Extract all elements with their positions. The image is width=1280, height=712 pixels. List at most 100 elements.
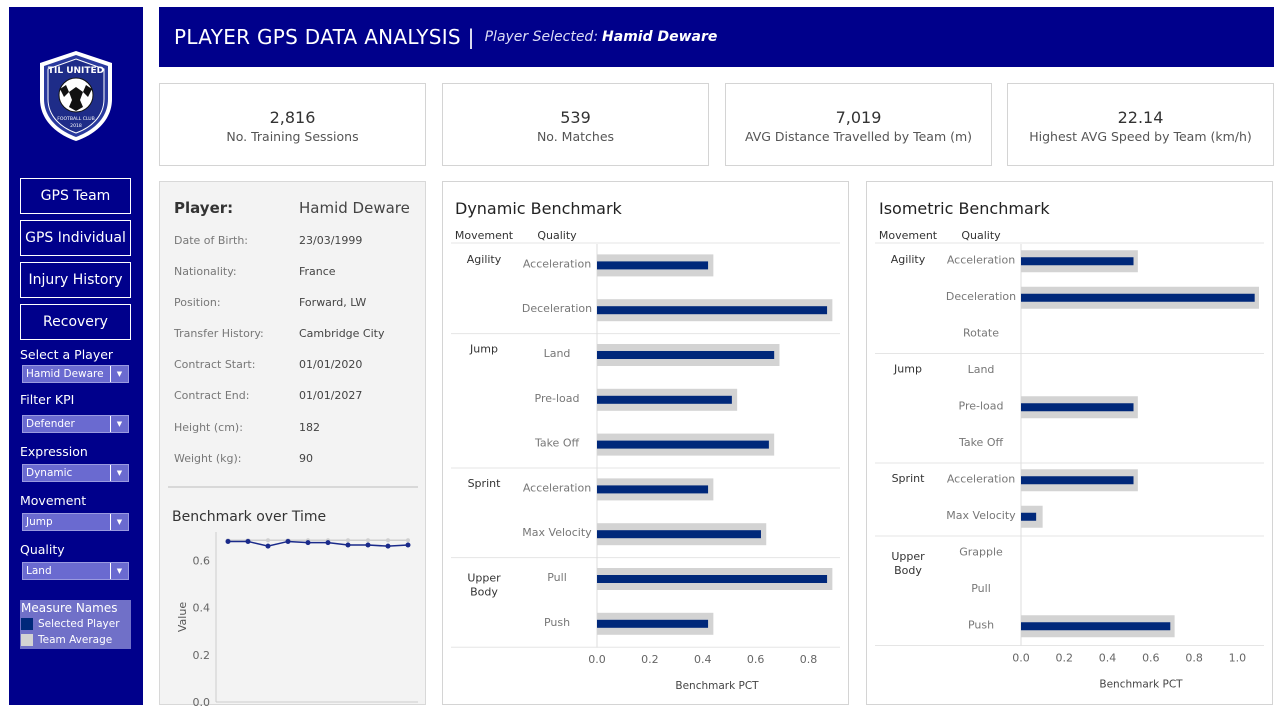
benchmark-over-time-chart[interactable]: 0.00.20.40.6Value01/11/2301/02/24: [160, 522, 425, 712]
quality-label: Acceleration: [523, 257, 591, 270]
kpi-card-training-sessions: 2,816 No. Training Sessions: [159, 83, 426, 166]
logo-year: 2018: [70, 123, 82, 129]
chevron-down-icon[interactable]: ▼: [110, 465, 128, 481]
player-field-dob: Date of Birth: 23/03/1999: [174, 234, 414, 247]
field-label: Position:: [174, 296, 221, 309]
dynamic-benchmark-chart[interactable]: Movement Quality Agility Jump Sprint UpperBod…: [443, 182, 848, 704]
selected-player-bar[interactable]: [1021, 476, 1134, 485]
selected-player-bar[interactable]: [597, 440, 769, 449]
selected-player-bar[interactable]: [1021, 257, 1134, 266]
expression-select[interactable]: Dynamic ▼: [22, 464, 129, 482]
selected-player-point[interactable]: [245, 538, 251, 544]
field-label: Nationality:: [174, 265, 237, 278]
y-tick-label: 0.2: [193, 649, 211, 662]
chevron-down-icon[interactable]: ▼: [110, 366, 128, 382]
selected-player-bar[interactable]: [597, 575, 828, 583]
selected-player-bar[interactable]: [597, 530, 761, 539]
team-average-point[interactable]: [346, 538, 350, 543]
quality-label: Grapple: [959, 545, 1003, 558]
kpi-label: Highest AVG Speed by Team (km/h): [1029, 129, 1252, 144]
filter-label-kpi: Filter KPI: [20, 392, 75, 407]
nav-injury-history-button[interactable]: Injury History: [20, 262, 131, 298]
selected-player-bar[interactable]: [597, 306, 828, 315]
selected-player-bar[interactable]: [597, 261, 709, 270]
player-field-position: Position: Forward, LW: [174, 296, 414, 309]
selected-player-bar[interactable]: [597, 485, 709, 494]
selected-player-point[interactable]: [385, 543, 391, 549]
selected-player-point[interactable]: [325, 540, 331, 546]
nav-recovery-button[interactable]: Recovery: [20, 304, 131, 340]
field-value: France: [299, 265, 336, 278]
kpi-label: No. Matches: [536, 129, 615, 144]
selected-player-bar[interactable]: [597, 351, 775, 359]
nav-gps-team-button[interactable]: GPS Team: [20, 178, 131, 214]
sidebar: TIL UNITED FOOTBALL CLUB 2018 GPS Team G…: [9, 7, 143, 705]
col-header-quality: Quality: [537, 229, 577, 242]
chevron-down-icon[interactable]: ▼: [110, 416, 128, 432]
field-value: Cambridge City: [299, 327, 385, 340]
team-average-point[interactable]: [386, 538, 390, 543]
movement-select[interactable]: Jump ▼: [22, 513, 129, 531]
quality-label: Take Off: [958, 436, 1004, 449]
y-axis-title: Value: [176, 602, 189, 632]
field-value: 182: [299, 421, 320, 434]
field-label: Contract Start:: [174, 358, 256, 371]
y-tick-label: 0.4: [193, 602, 211, 615]
selected-player-point[interactable]: [305, 540, 311, 546]
x-tick-label: 0.2: [1056, 652, 1074, 665]
selected-player-point[interactable]: [225, 538, 231, 544]
selected-player-point[interactable]: [405, 542, 411, 548]
selected-player-bar[interactable]: [597, 619, 709, 628]
selected-player-bar[interactable]: [597, 395, 732, 404]
player-heading-label: Player:: [174, 199, 234, 217]
quality-select[interactable]: Land ▼: [22, 562, 129, 580]
legend-title: Measure Names: [21, 601, 118, 615]
selected-player-bar[interactable]: [1021, 512, 1037, 521]
kpi-label: No. Training Sessions: [226, 129, 359, 144]
selected-player-bar[interactable]: [1021, 403, 1134, 412]
player-field-nationality: Nationality: France: [174, 265, 414, 278]
kpi-card-highest-speed: 22.14 Highest AVG Speed by Team (km/h): [1007, 83, 1274, 166]
movement-label: Body: [470, 586, 498, 599]
movement-label: Sprint: [468, 477, 502, 490]
selected-player-point[interactable]: [345, 542, 351, 548]
player-field-transfer-history: Transfer History: Cambridge City: [174, 327, 414, 340]
filter-label-quality: Quality: [20, 542, 65, 557]
legend-swatch: [21, 634, 33, 646]
kpi-value: 539: [560, 108, 591, 127]
x-tick-label: 0.0: [1012, 652, 1030, 665]
team-average-point[interactable]: [406, 538, 410, 543]
legend-item-selected-player[interactable]: Selected Player: [21, 618, 120, 630]
x-tick-label: 0.2: [641, 653, 659, 666]
selected-player-point[interactable]: [365, 542, 371, 548]
quality-label: Deceleration: [946, 290, 1016, 303]
movement-label: Upper: [891, 550, 925, 563]
chevron-down-icon[interactable]: ▼: [110, 563, 128, 579]
selected-player-point[interactable]: [265, 543, 271, 549]
legend-item-team-average[interactable]: Team Average: [21, 634, 112, 646]
x-tick-label: 0.8: [1185, 652, 1203, 665]
player-heading-value: Hamid Deware: [299, 199, 410, 217]
field-label: Contract End:: [174, 389, 250, 402]
movement-label: Agility: [891, 253, 926, 266]
nav-gps-individual-button[interactable]: GPS Individual: [20, 220, 131, 256]
kpi-card-avg-distance: 7,019 AVG Distance Travelled by Team (m): [725, 83, 992, 166]
kpi-select[interactable]: Defender ▼: [22, 415, 129, 433]
team-average-point[interactable]: [366, 538, 370, 543]
selected-player-bar[interactable]: [1021, 622, 1171, 631]
kpi-label: AVG Distance Travelled by Team (m): [744, 129, 973, 144]
selected-player-bar[interactable]: [1021, 293, 1255, 302]
selected-player-point[interactable]: [285, 538, 291, 544]
field-value: 23/03/1999: [299, 234, 363, 247]
field-value: 01/01/2027: [299, 389, 363, 402]
player-select[interactable]: Hamid Deware ▼: [22, 365, 129, 383]
player-select-value: Hamid Deware: [26, 368, 104, 380]
x-axis-title: Benchmark PCT: [1099, 679, 1183, 691]
isometric-benchmark-chart[interactable]: Movement Quality Agility Jump Sprint UpperBod…: [867, 182, 1272, 704]
chevron-down-icon[interactable]: ▼: [110, 514, 128, 530]
player-field-contract-end: Contract End: 01/01/2027: [174, 389, 414, 402]
kpi-select-value: Defender: [26, 418, 75, 430]
team-average-point[interactable]: [266, 538, 270, 543]
quality-label: Pre-load: [535, 392, 580, 405]
field-label: Date of Birth:: [174, 234, 249, 247]
